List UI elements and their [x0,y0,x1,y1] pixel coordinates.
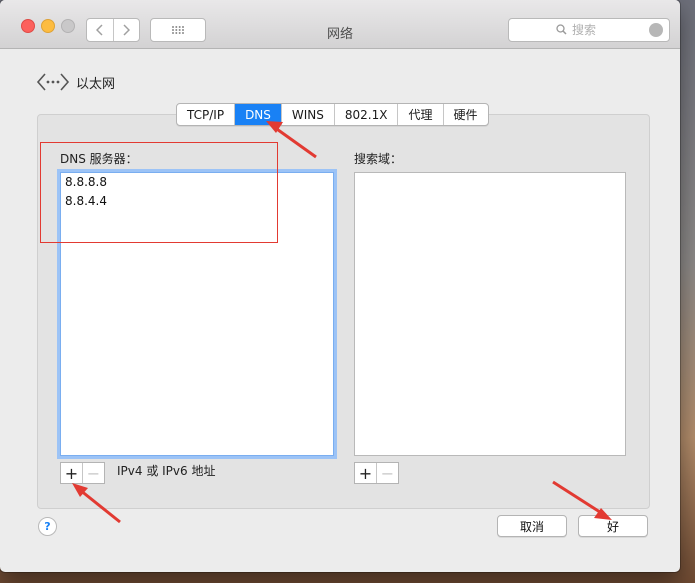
tab-tcpip[interactable]: TCP/IP [177,104,234,125]
search-domain-add-remove: + − [354,462,399,484]
tab-bar: TCP/IP DNS WINS 802.1X 代理 硬件 [176,103,489,126]
search-icon [556,24,567,35]
ok-button[interactable]: 好 [578,515,648,537]
search-placeholder: 搜索 [556,21,596,38]
search-domains-label: 搜索域： [354,152,403,166]
ethernet-icon [36,73,70,91]
network-preferences-window: 网络 搜索 以太网 TCP/IP DNS WINS 802.1X 代理 硬件 D… [0,0,680,572]
cancel-button[interactable]: 取消 [497,515,567,537]
annotation-highlight-box [40,142,278,243]
add-dns-button[interactable]: + [61,463,82,483]
dns-add-remove: + − [60,462,105,484]
tab-proxy[interactable]: 代理 [397,104,442,125]
tab-8021x[interactable]: 802.1X [333,104,398,125]
titlebar: 网络 搜索 [0,0,680,49]
search-placeholder-text: 搜索 [572,23,597,37]
tab-hardware[interactable]: 硬件 [442,104,488,125]
tab-dns[interactable]: DNS [234,104,281,125]
clear-icon[interactable] [649,23,663,37]
tab-wins[interactable]: WINS [280,104,334,125]
remove-search-domain-button[interactable]: − [376,463,398,483]
search-input[interactable]: 搜索 [508,18,670,42]
search-domain-list[interactable] [354,172,626,456]
add-search-domain-button[interactable]: + [355,463,376,483]
remove-dns-button[interactable]: − [82,463,104,483]
breadcrumb: 以太网 [36,71,115,93]
breadcrumb-label: 以太网 [76,76,116,92]
dns-hint-text: IPv4 或 IPv6 地址 [117,464,216,478]
help-button[interactable]: ? [38,517,57,536]
